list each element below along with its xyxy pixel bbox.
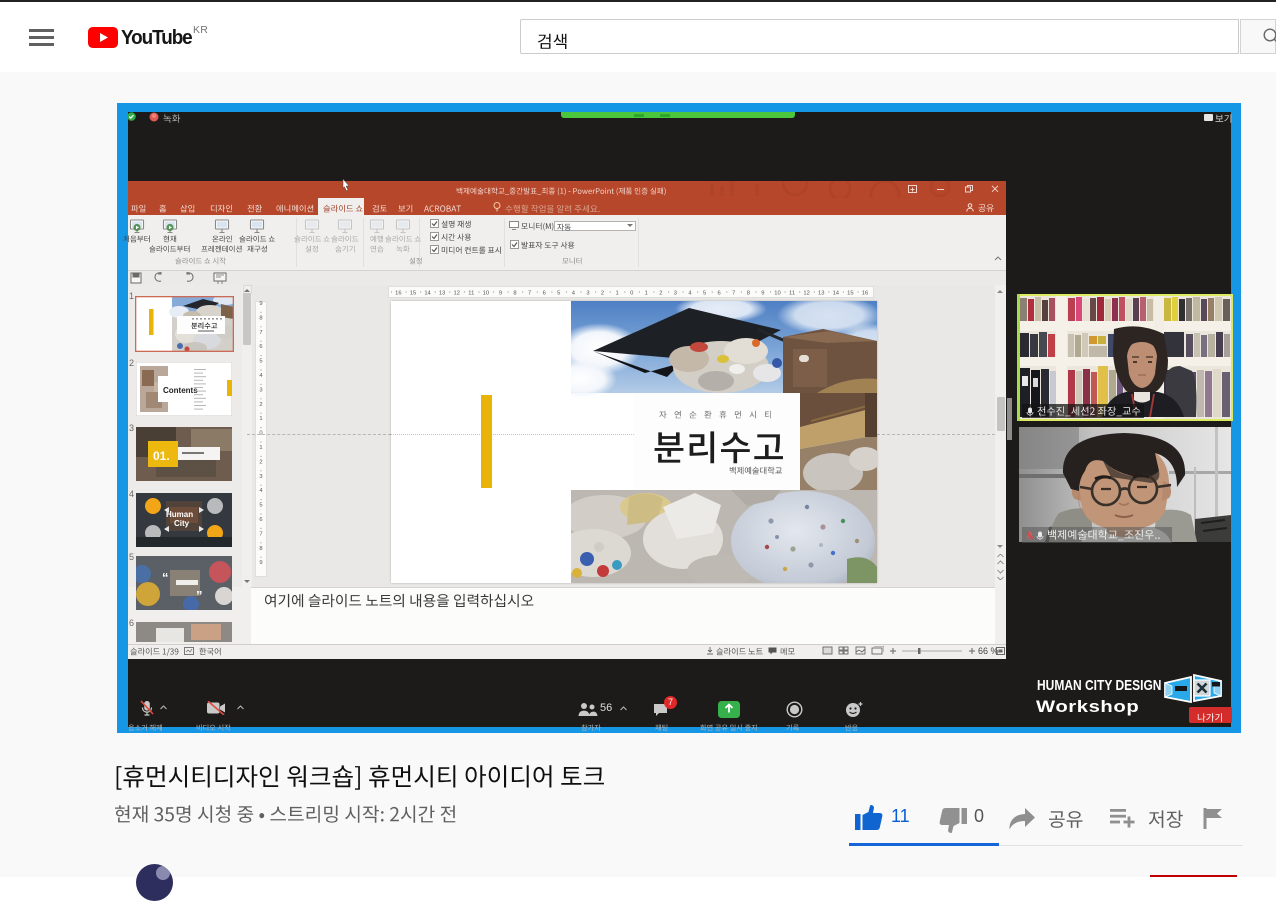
svg-text:”: ”	[196, 588, 203, 603]
svg-text:8: 8	[747, 291, 750, 297]
svg-text:8: 8	[259, 546, 262, 552]
svg-text:3: 3	[259, 387, 262, 393]
svg-text:5: 5	[259, 359, 262, 365]
svg-text:6: 6	[259, 517, 262, 523]
svg-text:3: 3	[586, 291, 589, 297]
svg-text:0: 0	[630, 291, 633, 297]
svg-text:5: 5	[703, 291, 706, 297]
svg-text:5: 5	[259, 503, 262, 509]
svg-text:10: 10	[774, 291, 780, 297]
svg-text:6: 6	[259, 344, 262, 350]
svg-text:8: 8	[259, 315, 262, 321]
svg-text:3: 3	[674, 291, 677, 297]
svg-text:7: 7	[259, 531, 262, 537]
svg-text:2: 2	[601, 291, 604, 297]
svg-text:3: 3	[259, 474, 262, 480]
svg-text:4: 4	[259, 373, 263, 379]
svg-text:6: 6	[718, 291, 721, 297]
svg-text:Human: Human	[166, 510, 193, 519]
svg-text:9: 9	[761, 291, 764, 297]
svg-text:11: 11	[789, 291, 795, 297]
svg-text:7: 7	[732, 291, 735, 297]
svg-text:15: 15	[847, 291, 853, 297]
svg-text:1: 1	[259, 416, 262, 422]
svg-text:1: 1	[615, 291, 618, 297]
svg-text:13: 13	[818, 291, 824, 297]
svg-text:7: 7	[259, 330, 262, 336]
svg-text:9: 9	[259, 560, 262, 566]
svg-text:14: 14	[833, 291, 840, 297]
svg-text:4: 4	[572, 291, 576, 297]
svg-text:2: 2	[259, 459, 262, 465]
svg-text:1: 1	[645, 291, 648, 297]
svg-text:16: 16	[862, 291, 868, 297]
svg-text:“: “	[162, 570, 169, 585]
svg-text:12: 12	[453, 291, 459, 297]
svg-text:8: 8	[513, 291, 516, 297]
svg-text:16: 16	[395, 291, 401, 297]
svg-text:01.: 01.	[153, 449, 170, 463]
svg-text:13: 13	[439, 291, 445, 297]
svg-text:6: 6	[543, 291, 546, 297]
svg-text:2: 2	[259, 402, 262, 408]
svg-text:7: 7	[528, 291, 531, 297]
svg-text:4: 4	[688, 291, 692, 297]
svg-text:10: 10	[483, 291, 489, 297]
svg-text:4: 4	[259, 488, 263, 494]
svg-text:City: City	[174, 519, 190, 528]
svg-text:2: 2	[659, 291, 662, 297]
svg-text:9: 9	[499, 291, 502, 297]
svg-text:15: 15	[410, 291, 416, 297]
svg-text:1: 1	[259, 445, 262, 451]
svg-text:Contents: Contents	[163, 386, 198, 395]
svg-text:14: 14	[424, 291, 431, 297]
svg-text:5: 5	[557, 291, 560, 297]
svg-text:12: 12	[803, 291, 809, 297]
svg-text:11: 11	[468, 291, 474, 297]
svg-text:9: 9	[259, 301, 262, 307]
